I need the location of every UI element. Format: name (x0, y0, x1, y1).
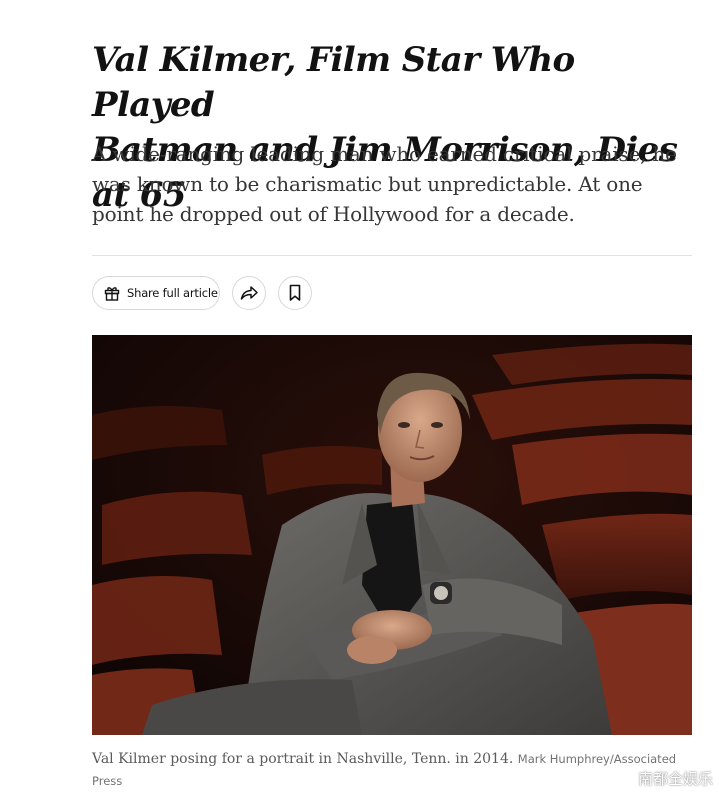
save-article-button[interactable] (278, 276, 312, 310)
watermark: 南都全娱乐 (638, 768, 713, 789)
caption-text: Val Kilmer posing for a portrait in Nash… (92, 751, 514, 767)
article-summary: A wide-ranging leading man who earned cr… (92, 142, 677, 226)
photo-caption: Val Kilmer posing for a portrait in Nash… (92, 748, 692, 792)
watermark-text: 南都全娱乐 (637, 770, 713, 788)
share-button-label: Share full article (127, 286, 218, 300)
gift-icon (103, 284, 121, 302)
bookmark-icon (288, 284, 302, 302)
share-full-article-button[interactable]: Share full article (92, 276, 220, 310)
share-arrow-icon (239, 284, 259, 302)
article-photo (92, 335, 692, 735)
divider (92, 255, 692, 256)
share-button[interactable] (232, 276, 266, 310)
headline-line-1: Val Kilmer, Film Star Who Played (92, 40, 575, 125)
